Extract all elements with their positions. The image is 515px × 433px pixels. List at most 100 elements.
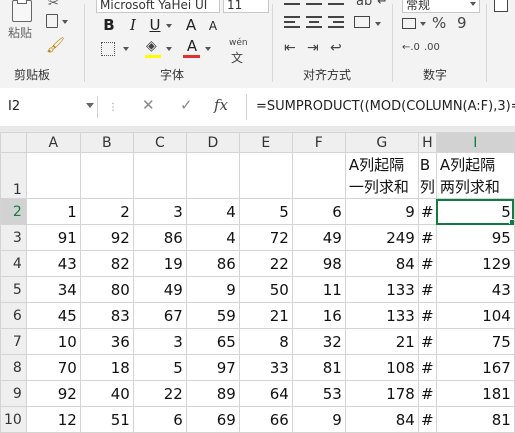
cell[interactable]: 81	[291, 354, 346, 381]
cell[interactable]: 64	[238, 380, 293, 407]
cell[interactable]	[79, 152, 134, 199]
cell[interactable]: 43	[25, 250, 81, 277]
cell[interactable]: 69	[185, 406, 240, 433]
font-color-button[interactable]: A	[183, 37, 201, 55]
row-header[interactable]: 7	[0, 328, 27, 355]
cell[interactable]: 3	[132, 198, 187, 225]
cut-icon[interactable]: ✂	[48, 0, 59, 11]
cell[interactable]: 97	[185, 354, 240, 381]
cell[interactable]: 9	[185, 276, 240, 303]
cell[interactable]: 84	[344, 406, 419, 433]
cell[interactable]: 6	[132, 406, 187, 433]
cell[interactable]: 92	[79, 224, 134, 251]
cell[interactable]: 133	[344, 276, 419, 303]
column-header[interactable]: A	[25, 132, 81, 153]
cell[interactable]: 81	[435, 406, 515, 433]
wrap-text-button[interactable]: ↩	[330, 40, 342, 56]
row-header[interactable]: 4	[0, 250, 27, 277]
cell[interactable]: 36	[79, 328, 134, 355]
cell[interactable]: #	[417, 354, 437, 381]
font-size-select[interactable]: 11	[223, 0, 269, 13]
paste-button[interactable]: 粘贴	[8, 24, 32, 41]
cell[interactable]: 83	[79, 302, 134, 329]
cell[interactable]: 3	[132, 328, 187, 355]
column-header[interactable]: F	[291, 132, 346, 153]
more-options-icon[interactable]: ⋮	[108, 102, 118, 113]
cell[interactable]: 4	[185, 224, 240, 251]
decrease-indent-icon[interactable]: ⇤	[284, 40, 296, 56]
cell[interactable]: #	[417, 250, 437, 277]
formula-input[interactable]: =SUMPRODUCT((MOD(COLUMN(A:F),3)=1)	[256, 96, 515, 118]
cell[interactable]: 43	[435, 276, 515, 303]
currency-icon[interactable]	[402, 18, 416, 29]
cell[interactable]: 21	[344, 328, 419, 355]
cell[interactable]: #	[417, 328, 437, 355]
cell[interactable]: 18	[79, 354, 134, 381]
cell[interactable]	[291, 152, 346, 199]
cell[interactable]: 91	[25, 224, 81, 251]
wrap-text-icon[interactable]: ↵	[377, 0, 388, 9]
conditional-format-icon[interactable]	[494, 0, 508, 12]
cell[interactable]: 10	[25, 328, 81, 355]
align-left-icon[interactable]	[284, 15, 300, 31]
cell[interactable]: 34	[25, 276, 81, 303]
row-header[interactable]: 3	[0, 224, 27, 251]
phonetic-button[interactable]: wén	[229, 38, 248, 48]
cell[interactable]: 40	[79, 380, 134, 407]
cell[interactable]: 66	[238, 406, 293, 433]
cell[interactable]: 67	[132, 302, 187, 329]
align-right-icon[interactable]	[328, 15, 344, 31]
cell[interactable]: 22	[238, 250, 293, 277]
column-header[interactable]: D	[185, 132, 240, 153]
cell[interactable]: 98	[291, 250, 346, 277]
cell-header-h[interactable]: B 列	[417, 152, 437, 199]
cell[interactable]: 65	[185, 328, 240, 355]
cell[interactable]: 5	[132, 354, 187, 381]
select-all-corner[interactable]	[0, 132, 27, 153]
cell[interactable]: 53	[291, 380, 346, 407]
cell[interactable]: 75	[435, 328, 515, 355]
merge-center-icon[interactable]	[354, 16, 370, 28]
cancel-icon[interactable]: ✕	[142, 96, 155, 114]
cell[interactable]: 49	[132, 276, 187, 303]
cell[interactable]: 5	[238, 198, 293, 225]
cell[interactable]: 133	[344, 302, 419, 329]
cell[interactable]	[238, 152, 293, 199]
cell[interactable]: 129	[435, 250, 515, 277]
cell[interactable]	[25, 152, 81, 199]
row-header[interactable]: 10	[0, 406, 27, 433]
cell[interactable]: 92	[25, 380, 81, 407]
cell[interactable]: 21	[238, 302, 293, 329]
italic-button[interactable]: I	[124, 16, 142, 34]
borders-icon[interactable]	[101, 42, 115, 56]
row-header[interactable]: 8	[0, 354, 27, 381]
copy-dropdown-icon[interactable]	[62, 20, 68, 24]
cell[interactable]: #	[417, 224, 437, 251]
chevron-down-icon[interactable]	[166, 47, 172, 51]
row-header[interactable]: 5	[0, 276, 27, 303]
row-header[interactable]: 6	[0, 302, 27, 329]
selected-cell[interactable]: 5	[435, 198, 515, 225]
bold-button[interactable]: B	[100, 16, 118, 34]
cell[interactable]: 8	[238, 328, 293, 355]
cell[interactable]: 22	[132, 380, 187, 407]
chevron-down-icon[interactable]	[123, 47, 129, 51]
chevron-down-icon[interactable]	[166, 24, 172, 28]
align-middle-icon[interactable]	[306, 0, 322, 8]
cell[interactable]: 2	[79, 198, 134, 225]
cell[interactable]	[185, 152, 240, 199]
chevron-down-icon[interactable]	[375, 22, 381, 26]
comma-style-icon[interactable]: 9	[457, 14, 467, 32]
orientation-icon[interactable]: ab	[356, 0, 372, 9]
name-box[interactable]: I2	[4, 96, 98, 118]
cell[interactable]: 32	[291, 328, 346, 355]
cell[interactable]: #	[417, 302, 437, 329]
cell[interactable]: 80	[79, 276, 134, 303]
cell[interactable]: 50	[238, 276, 293, 303]
row-header[interactable]: 1	[0, 152, 27, 199]
cell[interactable]: #	[417, 380, 437, 407]
font-size-increase-button[interactable]: A	[182, 16, 200, 34]
cell[interactable]: 33	[238, 354, 293, 381]
percent-icon[interactable]: %	[432, 14, 446, 32]
cell[interactable]: 51	[79, 406, 134, 433]
